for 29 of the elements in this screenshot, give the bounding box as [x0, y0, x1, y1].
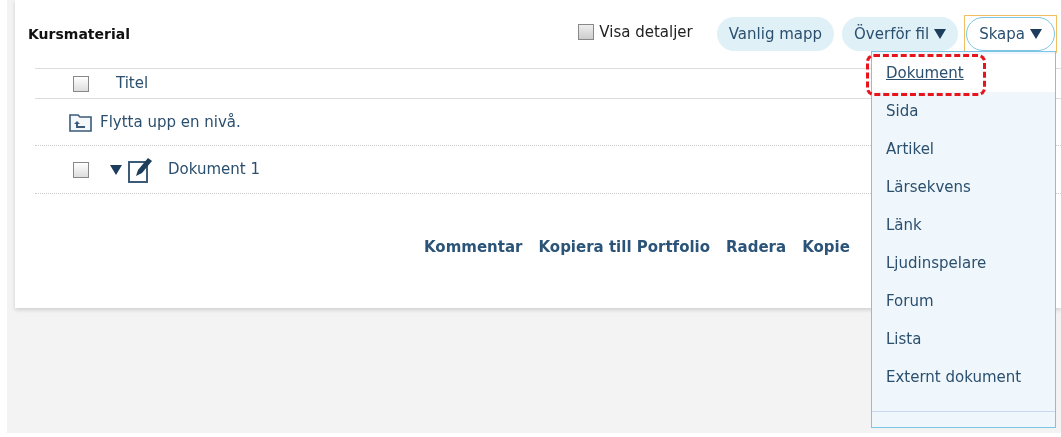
- menu-item[interactable]: Dokument: [872, 54, 1055, 92]
- checkbox[interactable]: [73, 75, 89, 92]
- checkbox[interactable]: [73, 161, 89, 178]
- folder-up-icon[interactable]: [68, 111, 94, 133]
- caret-icon: [1030, 29, 1042, 39]
- move-up-link[interactable]: Flytta upp en nivå.: [100, 110, 241, 134]
- menu-item[interactable]: Forum: [872, 282, 1055, 320]
- checkbox[interactable]: [578, 24, 595, 40]
- expand-caret-icon[interactable]: [110, 164, 122, 175]
- document-link[interactable]: Dokument 1: [168, 158, 260, 181]
- menu-item[interactable]: Artikel: [872, 130, 1055, 168]
- menu-item[interactable]: Externt dokument: [872, 358, 1055, 396]
- column-header[interactable]: Titel: [116, 72, 149, 95]
- action-link[interactable]: Radera: [726, 236, 787, 259]
- action-link[interactable]: Kopiera till Portfolio: [538, 236, 711, 259]
- action-link[interactable]: Kommentar: [424, 236, 523, 259]
- menu-item[interactable]: Lista: [872, 320, 1055, 358]
- menu-item[interactable]: Ljudinspelare: [872, 244, 1055, 282]
- menu-item[interactable]: Sida: [872, 92, 1055, 130]
- caret-icon: [934, 29, 947, 39]
- toolbar-button[interactable]: Överför fil: [842, 17, 959, 51]
- toolbar-button[interactable]: Vanlig mapp: [716, 17, 835, 51]
- checkbox-label[interactable]: Visa detaljer: [599, 20, 693, 44]
- menu-item[interactable]: Lärsekvens: [872, 168, 1055, 206]
- menu-item[interactable]: Länk: [872, 206, 1055, 244]
- toolbar-button[interactable]: Skapa: [966, 17, 1055, 51]
- action-link[interactable]: Kopie: [802, 236, 850, 259]
- panel-title: Kursmaterial: [28, 24, 130, 44]
- edit-document-icon: [128, 156, 154, 183]
